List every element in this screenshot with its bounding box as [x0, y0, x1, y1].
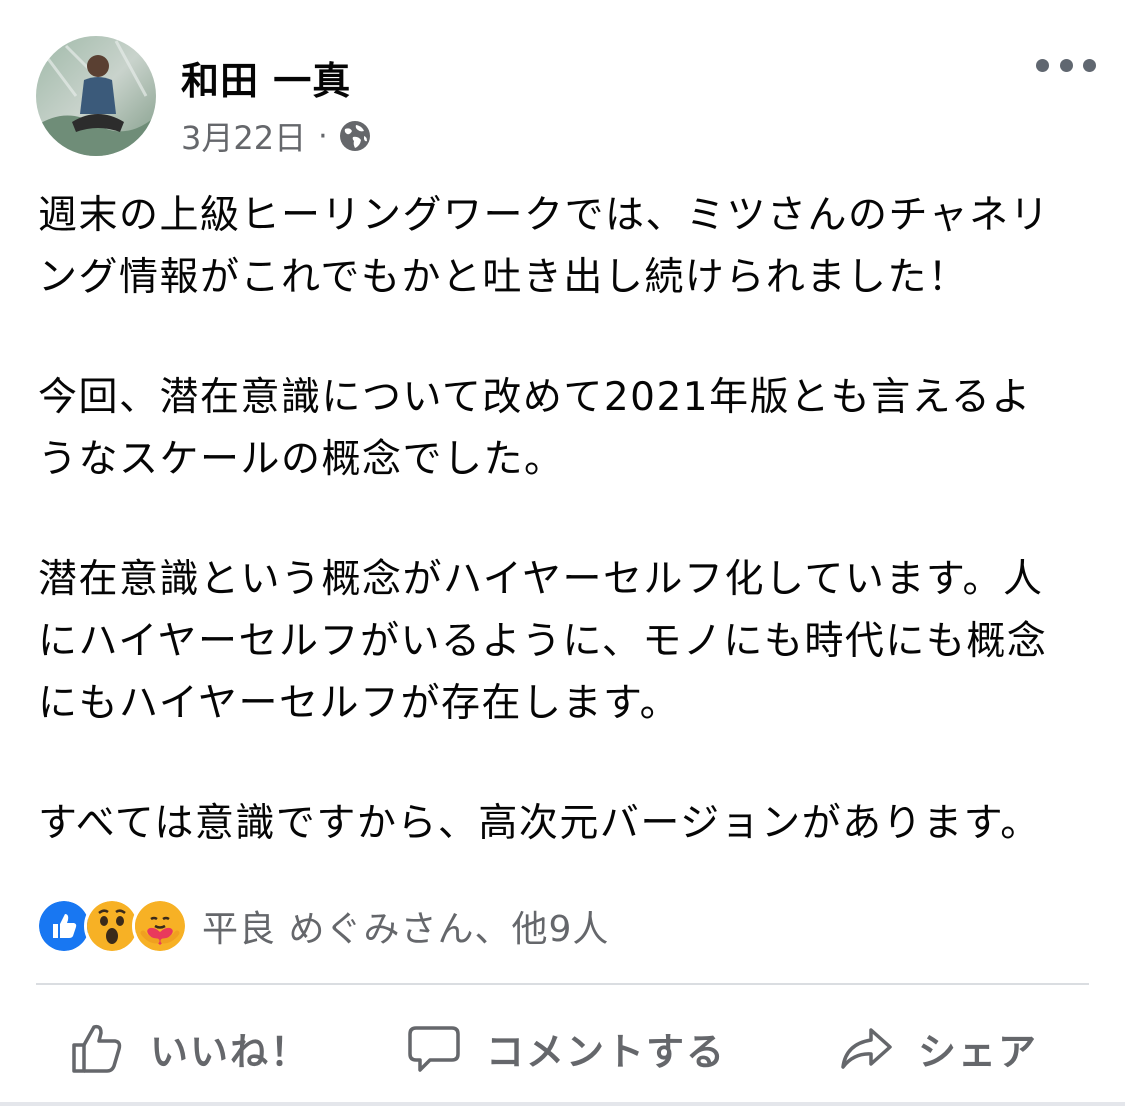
reactions-summary[interactable]: 平良 めぐみさん、他9人: [36, 898, 609, 954]
thumbs-up-icon: [72, 1024, 122, 1073]
reactions-text: 平良 めぐみさん、他9人: [202, 909, 610, 950]
like-label: いいね！: [150, 1029, 311, 1074]
author-name[interactable]: 和田 一真: [181, 50, 351, 105]
comment-label: コメントする: [486, 1029, 727, 1074]
share-button[interactable]: シェア: [838, 1004, 1038, 1092]
post-meta: 3月22日 ·: [181, 114, 372, 158]
avatar-photo: [36, 36, 156, 156]
author-avatar[interactable]: [36, 36, 156, 156]
like-button[interactable]: いいね！: [68, 1004, 310, 1092]
share-arrow-icon: [841, 1028, 892, 1069]
post-paragraph: 週末の上級ヒーリングワークでは、ミツさんのチャネリ ング情報がこれでもかと吐き出…: [38, 193, 1051, 300]
post-actions: いいね！ コメントする シェア: [0, 1004, 1125, 1092]
globe-icon: [339, 121, 370, 151]
reaction-icons: [36, 898, 188, 954]
comment-icon: [408, 1026, 460, 1072]
bottom-border: [0, 1102, 1125, 1106]
more-horizontal-icon: [1036, 58, 1049, 72]
meta-separator: ·: [318, 118, 328, 154]
care-reaction-icon: [132, 898, 188, 954]
share-label: シェア: [918, 1029, 1039, 1074]
post-header: 和田 一真 3月22日 ·: [0, 0, 1125, 170]
post-paragraph: すべては意識ですから、高次元バージョンがあります。: [38, 801, 1041, 846]
post-text: 週末の上級ヒーリングワークでは、ミツさんのチャネリ ング情報がこれでもかと吐き出…: [38, 185, 1098, 913]
post-paragraph: 潜在意識という概念がハイヤーセルフ化しています。人 にハイヤーセルフがいるように…: [38, 557, 1048, 726]
more-options-button[interactable]: [1036, 50, 1096, 80]
post-date[interactable]: 3月22日: [181, 113, 306, 159]
divider: [36, 983, 1089, 985]
post-paragraph: 今回、潜在意識について改めて2021年版とも言えるよ うなスケールの概念でした。: [38, 375, 1032, 482]
comment-button[interactable]: コメントする: [406, 1004, 726, 1092]
